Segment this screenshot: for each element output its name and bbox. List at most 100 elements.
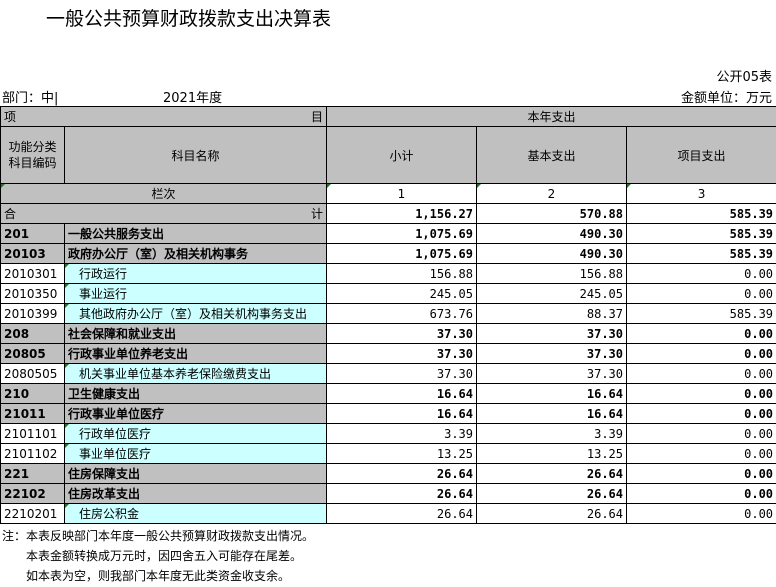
row-code: 21011: [0, 403, 65, 424]
table-row: 20805 行政事业单位养老支出 37.30 37.30 0.00: [0, 343, 776, 364]
header-row-3: 栏次 1 2 3: [0, 183, 776, 204]
row-name: 事业单位医疗: [64, 443, 327, 464]
row-subtotal: 13.25: [326, 443, 477, 464]
col-num-1: 1: [326, 183, 477, 204]
total-project: 585.39: [625, 203, 776, 224]
row-name: 其他政府办公厅（室）及相关机构事务支出: [64, 303, 327, 324]
row-name: 住房改革支出: [64, 483, 327, 504]
total-row: 合 计 1,156.27 570.88 585.39: [0, 203, 776, 224]
row-subtotal: 1,075.69: [326, 223, 477, 244]
row-name: 机关事业单位基本养老保险缴费支出: [64, 363, 327, 384]
table-code: 公开05表: [716, 70, 772, 85]
row-code: 221: [0, 463, 65, 484]
total-label: 合 计: [0, 203, 327, 224]
row-project: 585.39: [625, 223, 776, 244]
header-code: 功能分类 科目编码: [0, 126, 65, 184]
row-name: 事业运行: [64, 283, 327, 304]
table-row: 20103 政府办公厅（室）及相关机构事务 1,075.69 490.30 585.39: [0, 243, 776, 264]
table-row: 21011 行政事业单位医疗 16.64 16.64 0.00: [0, 403, 776, 424]
row-project: 585.39: [625, 303, 776, 324]
row-project: 0.00: [625, 423, 776, 444]
table-row: 2101102 事业单位医疗 13.25 13.25 0.00: [0, 443, 776, 464]
row-subtotal: 16.64: [326, 383, 477, 404]
col-num-2: 2: [476, 183, 627, 204]
row-basic: 37.30: [476, 363, 627, 384]
row-subtotal: 37.30: [326, 323, 477, 344]
row-subtotal: 156.88: [326, 263, 477, 284]
row-code: 2010350: [0, 283, 65, 304]
header-lanci: 栏次: [0, 183, 327, 204]
row-basic: 37.30: [476, 323, 627, 344]
table-row: 2080505 机关事业单位基本养老保险缴费支出 37.30 37.30 0.00: [0, 363, 776, 384]
row-project: 0.00: [625, 263, 776, 284]
header-mu: 目: [310, 110, 323, 124]
row-subtotal: 37.30: [326, 363, 477, 384]
row-basic: 245.05: [476, 283, 627, 304]
row-basic: 37.30: [476, 343, 627, 364]
table-row: 221 住房保障支出 26.64 26.64 0.00: [0, 463, 776, 484]
expenditure-table: 项 目 本年支出 功能分类 科目编码 科目名称 小计 基本支出 项目支出 栏次 …: [0, 106, 776, 524]
header-row-2: 功能分类 科目编码 科目名称 小计 基本支出 项目支出: [0, 126, 776, 184]
col-num-3: 3: [625, 183, 776, 204]
total-ji: 计: [310, 207, 323, 221]
report-title: 一般公共预算财政拨款支出决算表: [46, 8, 332, 30]
row-name: 社会保障和就业支出: [64, 323, 327, 344]
header-project: 项目支出: [625, 126, 776, 184]
row-subtotal: 26.64: [326, 483, 477, 504]
row-basic: 26.64: [476, 463, 627, 484]
row-subtotal: 16.64: [326, 403, 477, 424]
row-basic: 490.30: [476, 243, 627, 264]
note-line: 注：本表反映部门本年度一般公共预算财政拨款支出情况。: [2, 529, 315, 543]
table-row: 22102 住房改革支出 26.64 26.64 0.00: [0, 483, 776, 504]
row-project: 0.00: [625, 343, 776, 364]
row-basic: 3.39: [476, 423, 627, 444]
row-code: 2210201: [0, 503, 65, 524]
row-project: 0.00: [625, 503, 776, 524]
table-row: 2210201 住房公积金 26.64 26.64 0.00: [0, 503, 776, 524]
header-row-1: 项 目 本年支出: [0, 106, 776, 127]
row-code: 2010399: [0, 303, 65, 324]
row-name: 行政运行: [64, 263, 327, 284]
row-code: 208: [0, 323, 65, 344]
header-subtotal: 小计: [326, 126, 477, 184]
row-code: 210: [0, 383, 65, 404]
total-basic: 570.88: [476, 203, 627, 224]
row-project: 585.39: [625, 243, 776, 264]
row-code: 2101102: [0, 443, 65, 464]
row-subtotal: 37.30: [326, 343, 477, 364]
row-code: 22102: [0, 483, 65, 504]
unit-label: 金额单位：万元: [680, 91, 772, 106]
table-row: 210 卫生健康支出 16.64 16.64 0.00: [0, 383, 776, 404]
row-name: 政府办公厅（室）及相关机构事务: [64, 243, 327, 264]
row-basic: 16.64: [476, 403, 627, 424]
header-basic: 基本支出: [476, 126, 627, 184]
total-he: 合: [4, 207, 17, 221]
row-project: 0.00: [625, 403, 776, 424]
row-name: 卫生健康支出: [64, 383, 327, 404]
note-line: 本表金额转换成万元时，因四舍五入可能存在尾差。: [2, 549, 303, 563]
row-code: 20103: [0, 243, 65, 264]
row-basic: 16.64: [476, 383, 627, 404]
row-subtotal: 3.39: [326, 423, 477, 444]
header-xiang: 项: [4, 110, 17, 124]
header-current-year: 本年支出: [325, 106, 776, 127]
row-subtotal: 26.64: [326, 463, 477, 484]
row-name: 住房保障支出: [64, 463, 327, 484]
total-subtotal: 1,156.27: [326, 203, 477, 224]
table-row: 2101101 行政单位医疗 3.39 3.39 0.00: [0, 423, 776, 444]
table-row: 201 一般公共服务支出 1,075.69 490.30 585.39: [0, 223, 776, 244]
row-project: 0.00: [625, 283, 776, 304]
row-code: 20805: [0, 343, 65, 364]
row-project: 0.00: [625, 463, 776, 484]
note-line: 如本表为空，则我部门本年度无此类资金收支余。: [2, 569, 291, 583]
row-project: 0.00: [625, 443, 776, 464]
row-name: 一般公共服务支出: [64, 223, 327, 244]
row-subtotal: 1,075.69: [326, 243, 477, 264]
table-row: 2010301 行政运行 156.88 156.88 0.00: [0, 263, 776, 284]
year-label: 2021年度: [163, 91, 223, 106]
row-name: 住房公积金: [64, 503, 327, 524]
row-name: 行政事业单位医疗: [64, 403, 327, 424]
row-basic: 490.30: [476, 223, 627, 244]
row-subtotal: 245.05: [326, 283, 477, 304]
row-name: 行政事业单位养老支出: [64, 343, 327, 364]
